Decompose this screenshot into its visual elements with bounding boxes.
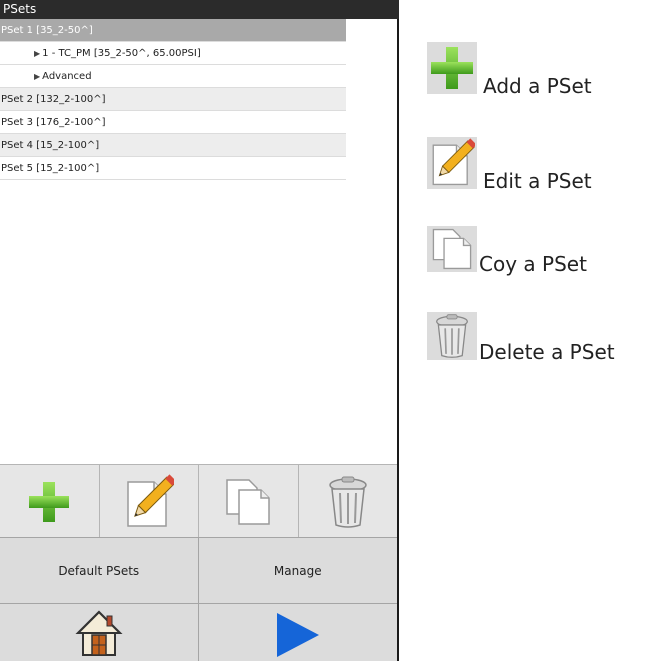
- panel-title: PSets: [0, 0, 399, 19]
- tree-item-step-1[interactable]: ▶ 1 - TC_PM [35_2-50^, 65.00PSI]: [0, 42, 346, 65]
- copy-pset-button[interactable]: [199, 465, 299, 538]
- tree-item-pset-5[interactable]: PSet 5 [15_2-100^]: [0, 157, 346, 180]
- expand-arrow-icon[interactable]: ▶: [34, 72, 40, 81]
- legend-delete: Delete a PSet: [427, 312, 615, 364]
- manage-button[interactable]: Manage: [198, 537, 397, 603]
- expand-arrow-icon[interactable]: ▶: [34, 49, 40, 58]
- pset-toolbar: [0, 464, 397, 538]
- tree-item-label: Advanced: [42, 71, 92, 82]
- legend-add: Add a PSet: [427, 42, 592, 98]
- tree-item-label: PSet 1 [35_2-50^]: [1, 25, 93, 36]
- pencil-icon: [127, 473, 174, 527]
- legend-copy: Coy a PSet: [427, 226, 587, 276]
- tree-item-pset-4[interactable]: PSet 4 [15_2-100^]: [0, 134, 346, 157]
- tree-item-label: PSet 4 [15_2-100^]: [1, 140, 100, 151]
- tree-item-label: 1 - TC_PM [35_2-50^, 65.00PSI]: [42, 48, 201, 59]
- pset-panel: PSets PSet 1 [35_2-50^] ▶ 1 - TC_PM [35_2…: [0, 0, 399, 661]
- default-psets-button[interactable]: Default PSets: [0, 537, 199, 603]
- legend-add-label: Add a PSet: [483, 74, 592, 98]
- plus-icon: [427, 42, 477, 94]
- home-button[interactable]: [0, 603, 199, 661]
- edit-pset-button[interactable]: [100, 465, 199, 538]
- trash-icon: [329, 476, 367, 528]
- legend-delete-label: Delete a PSet: [479, 340, 615, 364]
- plus-icon: [29, 481, 70, 522]
- tree-item-pset-1[interactable]: PSet 1 [35_2-50^]: [0, 19, 346, 42]
- legend-copy-label: Coy a PSet: [479, 252, 587, 276]
- tree-item-label: PSet 5 [15_2-100^]: [1, 163, 100, 174]
- tree-item-pset-3[interactable]: PSet 3 [176_2-100^]: [0, 111, 346, 134]
- trash-icon: [427, 312, 477, 360]
- bottom-buttons: Default PSets Manage: [0, 537, 397, 661]
- tree-item-label: PSet 3 [176_2-100^]: [1, 117, 106, 128]
- copy-icon: [427, 226, 477, 272]
- play-icon: [276, 612, 319, 657]
- run-button[interactable]: [198, 603, 397, 661]
- tree-item-label: PSet 2 [132_2-100^]: [1, 94, 106, 105]
- pencil-icon: [427, 137, 477, 189]
- house-icon: [75, 610, 123, 656]
- tree-item-advanced[interactable]: ▶ Advanced: [0, 65, 346, 88]
- add-pset-button[interactable]: [0, 465, 100, 538]
- legend-edit: Edit a PSet: [427, 137, 592, 193]
- delete-pset-button[interactable]: [299, 465, 398, 538]
- tree-item-pset-2[interactable]: PSet 2 [132_2-100^]: [0, 88, 346, 111]
- copy-icon: [226, 478, 270, 525]
- pset-tree: PSet 1 [35_2-50^] ▶ 1 - TC_PM [35_2-50^, …: [0, 19, 346, 180]
- legend-edit-label: Edit a PSet: [483, 169, 592, 193]
